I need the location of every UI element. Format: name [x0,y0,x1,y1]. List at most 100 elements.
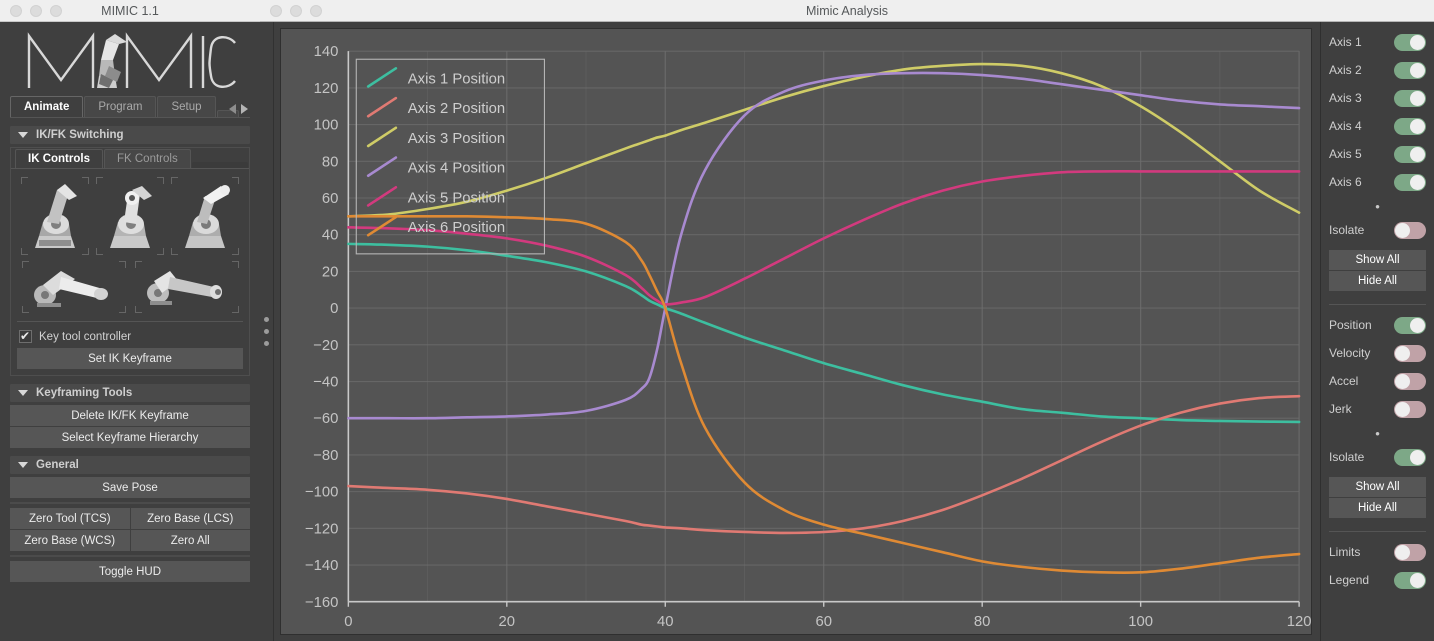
zero-row-1: Zero Tool (TCS) Zero Base (LCS) [10,508,250,529]
robot-pose-icon [33,271,108,307]
section-general[interactable]: General [10,456,250,474]
axis-3-toggle[interactable] [1394,89,1426,107]
toggle-row-deriv-isolate[interactable]: Isolate [1329,443,1426,471]
left-titlebar: MIMIC 1.1 [0,0,260,22]
plot-frame[interactable]: 140 120 100 80 60 40 20 0 −20 −40 −60 −80 −100 −120 −1… [280,28,1312,635]
toggle-row-limits[interactable]: Limits [1329,538,1426,566]
deriv-show-all-button[interactable]: Show All [1329,477,1426,497]
zero-tool-tcs-button[interactable]: Zero Tool (TCS) [10,508,130,529]
zero-all-button[interactable]: Zero All [130,530,250,551]
svg-text:60: 60 [815,613,832,630]
chevron-left-icon[interactable] [229,104,236,114]
zero-base-lcs-button[interactable]: Zero Base (LCS) [130,508,250,529]
pose-thumbnail[interactable] [133,259,241,315]
svg-text:−20: −20 [313,337,338,354]
limits-toggle[interactable] [1394,543,1426,561]
delete-ikfk-keyframe-button[interactable]: Delete IK/FK Keyframe [10,405,250,426]
caret-down-icon[interactable] [18,390,28,396]
axis-6-label: Axis 6 [1329,175,1362,189]
section-title: Keyframing Tools [36,387,133,399]
svg-text:40: 40 [322,227,339,244]
set-ik-keyframe-button[interactable]: Set IK Keyframe [17,348,243,369]
pose-thumbnail[interactable] [20,259,128,315]
tab-setup[interactable]: Setup [157,96,216,117]
subtab-fk-controls[interactable]: FK Controls [103,149,191,168]
toggle-row-axis-isolate[interactable]: Isolate [1329,216,1426,244]
tab-animate[interactable]: Animate [10,96,84,117]
toggle-hud-button[interactable]: Toggle HUD [10,561,250,582]
toggle-row-velocity[interactable]: Velocity [1329,339,1426,367]
plot-container: 140 120 100 80 60 40 20 0 −20 −40 −60 −80 −100 −120 −1… [274,22,1320,641]
axis-show-all-button[interactable]: Show All [1329,250,1426,270]
deriv-isolate-label: Isolate [1329,450,1365,464]
axis-6-toggle[interactable] [1394,173,1426,191]
robot-pose-icon [146,271,222,305]
toggle-row-position[interactable]: Position [1329,311,1426,339]
main-tabs[interactable]: Animate Program Setup [10,96,250,118]
robot-pose-icon [109,186,152,248]
subtab-filler [191,162,248,168]
checkbox-icon[interactable] [19,329,32,343]
save-pose-button[interactable]: Save Pose [10,477,250,498]
deriv-isolate-toggle[interactable] [1394,448,1426,466]
tab-nav-arrows[interactable] [229,104,248,114]
accel-label: Accel [1329,374,1359,388]
section-title: General [36,459,79,471]
pose-thumbnail[interactable] [169,175,241,257]
chevron-right-icon[interactable] [241,104,248,114]
svg-text:40: 40 [657,613,674,630]
axis-2-toggle[interactable] [1394,61,1426,79]
section-keyframing-tools[interactable]: Keyframing Tools [10,384,250,402]
axis-position-chart[interactable]: 140 120 100 80 60 40 20 0 −20 −40 −60 −80 −100 −120 −1… [281,29,1312,634]
key-tool-controller-row[interactable]: Key tool controller [11,324,249,348]
caret-down-icon[interactable] [18,462,28,468]
svg-text:60: 60 [322,190,339,207]
toggle-row-axis-3[interactable]: Axis 3 [1329,84,1426,112]
legend-label: Axis 5 Position [408,189,505,206]
tab-program[interactable]: Program [84,96,157,117]
axis-hide-all-button[interactable]: Hide All [1329,271,1426,291]
toggle-row-axis-6[interactable]: Axis 6 [1329,168,1426,196]
legend-label: Legend [1329,573,1370,587]
velocity-toggle[interactable] [1394,344,1426,362]
pose-thumbnail[interactable] [19,175,91,257]
toggle-row-axis-2[interactable]: Axis 2 [1329,56,1426,84]
toggle-row-accel[interactable]: Accel [1329,367,1426,395]
svg-text:−140: −140 [305,557,338,574]
toggle-row-axis-1[interactable]: Axis 1 [1329,28,1426,56]
toggle-row-axis-4[interactable]: Axis 4 [1329,112,1426,140]
axis-4-toggle[interactable] [1394,117,1426,135]
caret-down-icon[interactable] [18,132,28,138]
axis-5-toggle[interactable] [1394,145,1426,163]
splitter-dots-icon[interactable] [264,317,269,346]
toggle-row-axis-5[interactable]: Axis 5 [1329,140,1426,168]
panel-splitter[interactable] [260,22,274,641]
ikfk-subtabs[interactable]: IK Controls FK Controls [11,148,249,169]
position-toggle[interactable] [1394,316,1426,334]
toggle-row-jerk[interactable]: Jerk [1329,395,1426,423]
axis-isolate-label: Isolate [1329,223,1365,237]
left-window-title: MIMIC 1.1 [101,3,159,18]
legend-label: Axis 6 Position [408,219,505,236]
deriv-hide-all-button[interactable]: Hide All [1329,498,1426,518]
accel-toggle[interactable] [1394,372,1426,390]
legend-toggle[interactable] [1394,571,1426,589]
svg-text:80: 80 [974,613,991,630]
pose-thumbnail[interactable] [94,175,166,257]
legend-label: Axis 2 Position [408,100,505,117]
subtab-ik-controls[interactable]: IK Controls [15,149,103,168]
position-label: Position [1329,318,1372,332]
hud-buttons: Toggle HUD [10,561,250,582]
analysis-body: 140 120 100 80 60 40 20 0 −20 −40 −60 −80 −100 −120 −1… [260,22,1434,641]
toggle-row-legend[interactable]: Legend [1329,566,1426,594]
group-dot-marker: • [1375,426,1380,441]
axis-1-toggle[interactable] [1394,33,1426,51]
section-ikfk-switching[interactable]: IK/FK Switching [10,126,250,144]
svg-text:−60: −60 [313,410,338,427]
axis-isolate-toggle[interactable] [1394,221,1426,239]
display-options-panel: Axis 1 Axis 2 Axis 3 Axis 4 Axis 5 Axis … [1320,22,1434,641]
zero-base-wcs-button[interactable]: Zero Base (WCS) [10,530,130,551]
general-buttons: Save Pose [10,477,250,498]
select-keyframe-hierarchy-button[interactable]: Select Keyframe Hierarchy [10,427,250,448]
jerk-toggle[interactable] [1394,400,1426,418]
